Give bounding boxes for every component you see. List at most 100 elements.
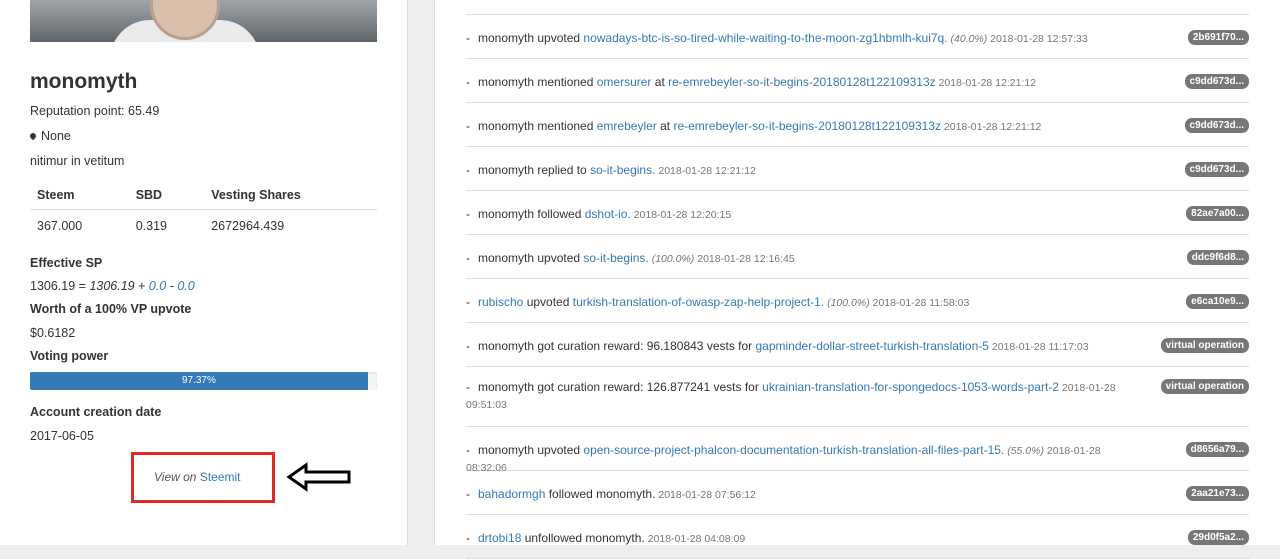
- list-item: - monomyth got curation reward: 96.180843…: [466, 323, 1249, 367]
- vote-weight: (100.0%): [824, 297, 870, 309]
- activity-text: followed: [534, 207, 585, 221]
- bullet-dash: -: [466, 380, 470, 394]
- transaction-badge[interactable]: virtual operation: [1160, 338, 1249, 353]
- list-item: - rubischo upvoted turkish-translation-of…: [466, 279, 1249, 323]
- activity-date: 2018-01-28 11:17:03: [988, 341, 1089, 353]
- activity-link[interactable]: omersurer: [597, 75, 652, 89]
- vote-weight: (55.0%): [1004, 445, 1044, 457]
- activity-content: - bahadormgh followed monomyth. 2018-01-2…: [466, 486, 1141, 503]
- list-item: - monomyth mentioned emrebeyler at re-emr…: [466, 103, 1249, 147]
- wallet-vesting: 2672964.439: [211, 219, 285, 233]
- list-item: - monomyth replied to so-it-begins. 2018-…: [466, 147, 1249, 191]
- activity-actor: monomyth: [478, 207, 535, 221]
- wallet-table: Steem SBD Vesting Shares 367.000 0.319 2…: [30, 184, 377, 239]
- activity-content: - monomyth followed dshot-io. 2018-01-28 …: [466, 206, 1141, 223]
- activity-content: - monomyth upvoted nowadays-btc-is-so-tir…: [466, 30, 1141, 47]
- list-item: - monomyth mentioned omersurer at re-emre…: [466, 59, 1249, 103]
- list-item: - monomyth upvoted open-source-project-ph…: [466, 427, 1249, 474]
- activity-date: 2018-01-28 12:20:15: [630, 209, 732, 221]
- activity-date: 2018-01-28 12:21:12: [655, 165, 756, 177]
- activity-link[interactable]: ukrainian-translation-for-spongedocs-105…: [762, 380, 1059, 394]
- activity-link[interactable]: turkish-translation-of-owasp-zap-help-pr…: [573, 295, 824, 309]
- transaction-badge[interactable]: 82ae7a00...: [1186, 206, 1249, 221]
- activity-actor: monomyth: [478, 119, 535, 133]
- activity-link[interactable]: open-source-project-phalcon-documentatio…: [583, 443, 1004, 457]
- steemit-link[interactable]: Steemit: [200, 470, 241, 484]
- effective-sp-own: 1306.19: [89, 279, 135, 293]
- activity-actor-link[interactable]: drtobi18: [478, 531, 521, 545]
- creation-date-label: Account creation date: [30, 405, 162, 419]
- activity-content: - rubischo upvoted turkish-translation-of…: [466, 294, 1141, 311]
- activity-link-2[interactable]: re-emrebeyler-so-it-begins-20180128t1221…: [668, 75, 936, 89]
- wallet-header-vesting: Vesting Shares: [204, 184, 377, 210]
- delegated-in-link[interactable]: 0.0: [149, 279, 166, 293]
- view-on-prefix: View on: [154, 470, 200, 484]
- list-item: - monomyth upvoted so-it-begins. (100.0%)…: [466, 235, 1249, 279]
- username: monomyth: [30, 70, 138, 93]
- effective-sp-plus: +: [134, 279, 149, 293]
- location-value: None: [41, 129, 71, 143]
- bullet-dash: -: [466, 295, 470, 309]
- activity-link[interactable]: nowadays-btc-is-so-tired-while-waiting-t…: [583, 31, 947, 45]
- activity-date: 2018-01-28 12:57:33: [987, 33, 1088, 45]
- hollow-arrow-left-icon: [286, 462, 351, 492]
- activity-date: 2018-01-28 12:21:12: [935, 77, 1037, 89]
- profile-cover-image: [30, 0, 377, 42]
- activity-date: 2018-01-28 12:16:45: [694, 253, 795, 265]
- location: None: [28, 129, 71, 143]
- activity-actor: monomyth: [478, 163, 535, 177]
- activity-link[interactable]: dshot-io.: [585, 207, 631, 221]
- activity-date: 2018-01-28 11:58:03: [869, 297, 970, 309]
- activity-text-2: at: [651, 75, 669, 89]
- activity-actor: monomyth: [478, 380, 535, 394]
- transaction-badge[interactable]: 29d0f5a2...: [1187, 530, 1249, 545]
- activity-link[interactable]: emrebeyler: [597, 119, 657, 133]
- activity-text: unfollowed monomyth.: [521, 531, 645, 545]
- transaction-badge[interactable]: virtual operation: [1160, 379, 1249, 394]
- activity-link[interactable]: so-it-begins.: [583, 251, 648, 265]
- activity-text: got curation reward: 126.877241 vests fo…: [534, 380, 763, 394]
- transaction-badge[interactable]: ddc9f6d8...: [1186, 250, 1249, 265]
- activity-date: 2018-01-28 04:08:09: [644, 533, 746, 545]
- voting-power-bar: 97.37%: [30, 372, 377, 390]
- wallet-header-sbd: SBD: [128, 184, 205, 210]
- activity-list: - monomyth upvoted nowadays-btc-is-so-tir…: [466, 14, 1249, 559]
- list-item: - drtobi18 unfollowed monomyth. 2018-01-2…: [466, 515, 1249, 559]
- activity-content: - monomyth mentioned emrebeyler at re-emr…: [466, 118, 1141, 135]
- transaction-badge[interactable]: d8656a79...: [1185, 442, 1249, 457]
- activity-text: upvoted: [534, 443, 584, 457]
- activity-content: - monomyth upvoted so-it-begins. (100.0%)…: [466, 250, 1141, 267]
- effective-sp-label: Effective SP: [30, 256, 103, 270]
- activity-text-2: at: [656, 119, 674, 133]
- bullet-dash: -: [466, 119, 470, 133]
- activity-text: upvoted: [534, 251, 584, 265]
- transaction-badge[interactable]: e6ca10e9...: [1186, 294, 1249, 309]
- effective-sp-minus: -: [166, 279, 178, 293]
- transaction-badge[interactable]: 2b691f70...: [1187, 30, 1249, 45]
- activity-link[interactable]: gapminder-dollar-street-turkish-translat…: [756, 339, 989, 353]
- transaction-badge[interactable]: c9dd673d...: [1184, 74, 1249, 89]
- activity-link-2[interactable]: re-emrebeyler-so-it-begins-20180128t1221…: [673, 119, 941, 133]
- transaction-badge[interactable]: c9dd673d...: [1184, 162, 1249, 177]
- list-item: - monomyth upvoted nowadays-btc-is-so-tir…: [466, 15, 1249, 59]
- activity-text: got curation reward: 96.180843 vests for: [534, 339, 756, 353]
- activity-content: - drtobi18 unfollowed monomyth. 2018-01-2…: [466, 530, 1141, 547]
- activity-link[interactable]: so-it-begins.: [590, 163, 655, 177]
- map-marker-icon: [28, 131, 38, 141]
- upvote-worth-label: Worth of a 100% VP upvote: [30, 302, 192, 316]
- transaction-badge[interactable]: c9dd673d...: [1184, 118, 1249, 133]
- wallet-value-row: 367.000 0.319 2672964.439: [30, 210, 377, 240]
- bullet-dash: -: [466, 251, 470, 265]
- transaction-badge[interactable]: 2aa21e73...: [1186, 486, 1249, 501]
- activity-text: followed monomyth.: [545, 487, 656, 501]
- delegated-out-link[interactable]: 0.0: [177, 279, 194, 293]
- activity-actor-link[interactable]: rubischo: [478, 295, 523, 309]
- vote-weight: (100.0%): [648, 253, 695, 265]
- effective-sp-value: 1306.19 = 1306.19 + 0.0 - 0.0: [30, 279, 195, 293]
- vote-weight: (40.0%): [947, 33, 988, 45]
- creation-date-value: 2017-06-05: [30, 429, 94, 443]
- activity-actor-link[interactable]: bahadormgh: [478, 487, 545, 501]
- bullet-dash: -: [466, 531, 470, 545]
- activity-date: 2018-01-28 07:56:12: [655, 489, 756, 501]
- activity-text: mentioned: [534, 75, 597, 89]
